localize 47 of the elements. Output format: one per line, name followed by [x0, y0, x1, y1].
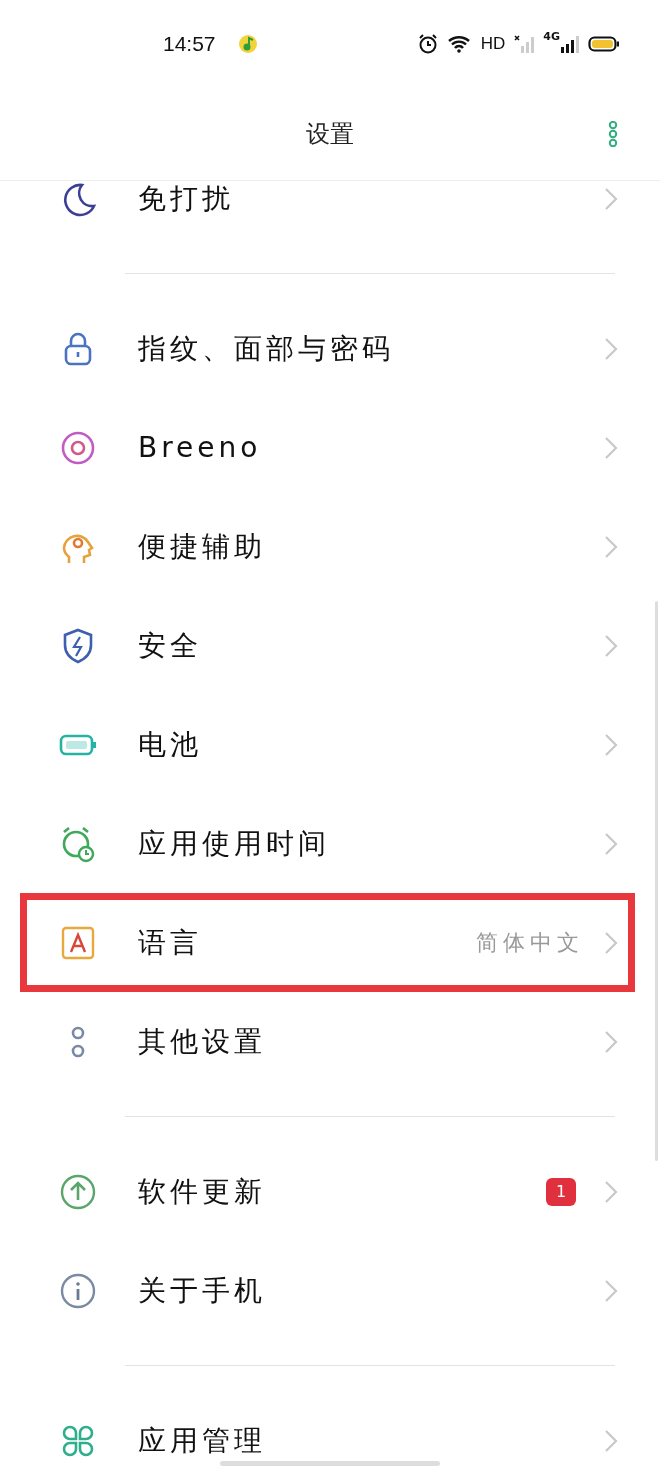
item-label: 安全 — [138, 627, 202, 664]
settings-item[interactable]: 电池 — [20, 695, 635, 794]
settings-item[interactable]: 应用管理 — [20, 1391, 635, 1467]
settings-item[interactable]: 安全 — [20, 596, 635, 695]
chevron-icon — [604, 534, 618, 559]
settings-item[interactable]: 免打扰 — [20, 181, 635, 248]
item-label: 指纹、面部与密码 — [138, 330, 394, 367]
signal-icon — [560, 34, 580, 54]
chevron-icon — [604, 336, 618, 361]
hd-label: HD — [480, 34, 506, 54]
item-label: 应用管理 — [138, 1422, 266, 1459]
item-label: Breeno — [138, 431, 262, 464]
settings-item[interactable]: 语言 简体中文 — [20, 893, 635, 992]
item-label: 便捷辅助 — [138, 528, 266, 565]
signal-icon — [513, 34, 536, 54]
settings-item[interactable]: 软件更新 1 — [20, 1142, 635, 1241]
chevron-icon — [604, 1179, 618, 1204]
settings-item[interactable]: 关于手机 — [20, 1241, 635, 1340]
update-badge: 1 — [546, 1177, 576, 1206]
settings-item[interactable]: 应用使用时间 — [20, 794, 635, 893]
settings-item[interactable]: 便捷辅助 — [20, 497, 635, 596]
more-icon[interactable] — [608, 121, 618, 147]
item-label: 其他设置 — [138, 1023, 266, 1060]
music-app-icon — [237, 34, 258, 54]
battery-icon — [588, 34, 620, 54]
page-title: 设置 — [306, 119, 354, 150]
settings-item[interactable]: 其他设置 — [20, 992, 635, 1091]
item-value: 简体中文 — [476, 928, 584, 957]
chevron-icon — [604, 633, 618, 658]
item-label: 语言 — [138, 924, 202, 961]
chevron-icon — [604, 1029, 618, 1054]
chevron-icon — [604, 186, 618, 211]
status-time: 14:57 — [163, 32, 216, 56]
chevron-icon — [604, 435, 618, 460]
chevron-icon — [604, 1428, 618, 1453]
network-label: 4G — [543, 30, 560, 43]
chevron-icon — [604, 732, 618, 757]
chevron-icon — [604, 831, 618, 856]
item-label: 关于手机 — [138, 1272, 266, 1309]
chevron-icon — [604, 1278, 618, 1303]
settings-item[interactable]: 指纹、面部与密码 — [20, 299, 635, 398]
chevron-icon — [604, 930, 618, 955]
item-label: 软件更新 — [138, 1173, 266, 1210]
item-label: 应用使用时间 — [138, 825, 330, 862]
settings-item[interactable]: Breeno — [20, 398, 635, 497]
item-label: 电池 — [138, 726, 202, 763]
item-label: 免打扰 — [138, 181, 234, 217]
